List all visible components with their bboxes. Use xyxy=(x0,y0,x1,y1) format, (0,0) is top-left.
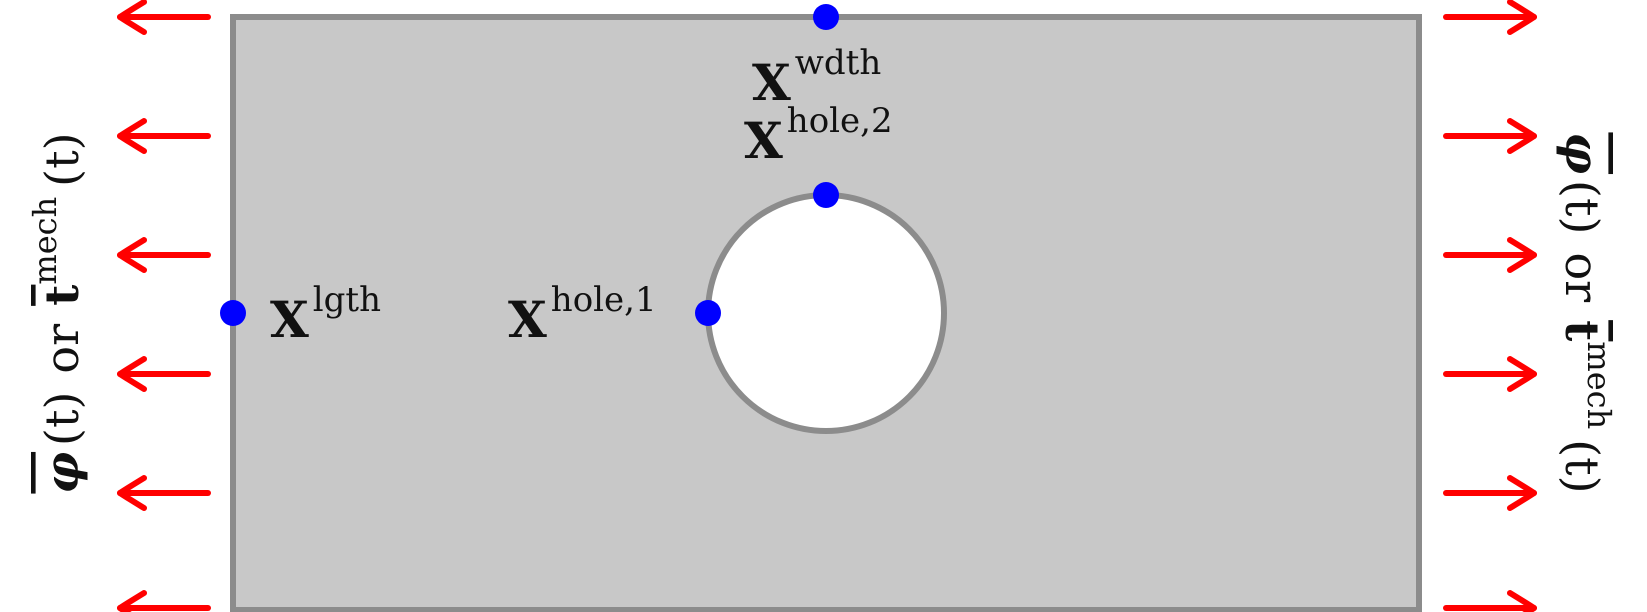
right-arrow xyxy=(1443,118,1537,154)
left-arrow xyxy=(117,356,211,392)
left-traction-arrows xyxy=(117,0,211,612)
left-arrow xyxy=(117,590,211,612)
right-arrow xyxy=(1443,475,1537,511)
right-arrow xyxy=(1443,237,1537,273)
right-arrow xyxy=(1443,590,1537,612)
plate-with-hole-diagram: Xwdth Xhole,2 Xlgth Xhole,1 φ(t)ortmech(… xyxy=(26,0,1618,612)
svg-text:φ(t)ortmech(t): φ(t)ortmech(t) xyxy=(1555,132,1618,493)
right-boundary-label: φ(t)ortmech(t) xyxy=(1555,132,1618,493)
left-arrow xyxy=(117,118,211,154)
point-wdth xyxy=(813,4,839,30)
hole xyxy=(705,192,947,434)
left-arrow xyxy=(117,0,211,35)
right-arrow xyxy=(1443,0,1537,35)
left-arrow xyxy=(117,237,211,273)
right-arrow xyxy=(1443,356,1537,392)
left-arrow xyxy=(117,475,211,511)
point-hole-2 xyxy=(813,182,839,208)
diagram: Xwdth Xhole,2 Xlgth Xhole,1 φ(t)ortmech(… xyxy=(0,0,1647,612)
right-traction-arrows xyxy=(1443,0,1537,612)
left-boundary-label: φ(t)ortmech(t) xyxy=(26,132,89,493)
svg-text:φ(t)ortmech(t): φ(t)ortmech(t) xyxy=(26,132,89,493)
point-lgth xyxy=(220,300,246,326)
point-hole-1 xyxy=(695,300,721,326)
